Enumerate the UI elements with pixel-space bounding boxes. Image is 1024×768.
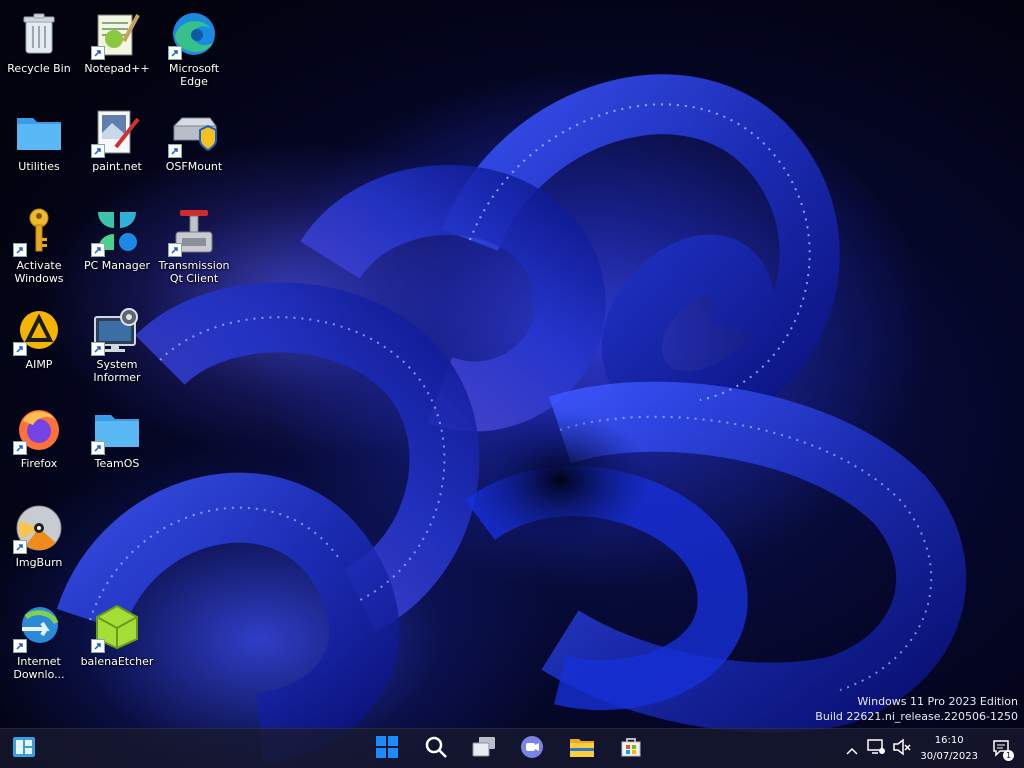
icon-label: Microsoft Edge [168,62,220,88]
desktop-icon-utilities[interactable]: Utilities [1,102,77,194]
notification-icon: 1 [992,739,1014,761]
chevron-up-icon [846,740,858,759]
watermark-edition: Windows 11 Pro 2023 Edition [857,695,1018,708]
shortcut-arrow-icon [91,46,105,60]
search-icon [424,735,448,763]
microsoft-store-button[interactable] [615,733,647,765]
shortcut-arrow-icon [13,441,27,455]
desktop-icon-transmission[interactable]: Transmission Qt Client [156,201,232,293]
balena-etcher-cube-icon [91,603,141,653]
icon-label: System Informer [93,358,141,384]
shortcut-arrow-icon [13,540,27,554]
windows-edition-watermark: Windows 11 Pro 2023 Edition Build 22621.… [815,694,1018,724]
shortcut-arrow-icon [13,243,27,257]
desktop-icon-teamos[interactable]: TeamOS [79,399,155,491]
taskbar: 16:10 30/07/2023 1 [0,728,1024,768]
volume-muted-icon [892,738,912,760]
desktop-icon-paint-net[interactable]: paint.net [79,102,155,194]
watermark-build: Build 22621.ni_release.220506-1250 [815,710,1018,723]
shortcut-arrow-icon [91,144,105,158]
icon-label: Recycle Bin [7,62,71,75]
clock[interactable]: 16:10 30/07/2023 [920,733,978,765]
clock-time: 16:10 [934,735,964,746]
recycle-bin-icon [15,10,63,58]
icon-label: paint.net [92,160,142,173]
volume-button[interactable] [892,738,912,760]
shortcut-arrow-icon [91,243,105,257]
desktop-icon-firefox[interactable]: Firefox [1,399,77,491]
task-view-button[interactable] [468,733,500,765]
file-explorer-button[interactable] [566,733,598,765]
shortcut-arrow-icon [91,639,105,653]
shortcut-arrow-icon [13,639,27,653]
icon-label: AIMP [25,358,53,371]
microsoft-store-icon [619,735,643,763]
teams-chat-icon [520,735,544,763]
network-disconnected-icon [866,738,886,760]
desktop-icon-recycle-bin[interactable]: Recycle Bin [1,4,77,96]
key-icon [13,207,63,257]
shortcut-arrow-icon [91,342,105,356]
icon-label: Activate Windows [14,259,64,285]
desktop-icon-balena-etcher[interactable]: balenaEtcher [79,597,155,689]
chat-button[interactable] [516,733,548,765]
paint-net-icon [91,108,141,158]
task-view-icon [471,736,497,762]
icon-label: Internet Downlo... [13,655,65,681]
pc-manager-icon [91,207,141,257]
clock-date: 30/07/2023 [920,751,978,762]
aimp-icon [13,306,63,356]
widgets-icon [12,736,36,762]
icon-label: TeamOS [94,457,140,470]
shortcut-arrow-icon [13,342,27,356]
osfmount-drive-icon [168,108,218,158]
icon-label: OSFMount [165,160,223,173]
desktop-icon-osfmount[interactable]: OSFMount [156,102,232,194]
desktop[interactable]: Recycle Bin Utilities Activate Windows A… [0,0,1024,768]
shortcut-arrow-icon [168,243,182,257]
system-informer-icon [91,306,141,356]
icon-label: ImgBurn [15,556,63,569]
windows-start-icon [376,736,398,762]
icon-label: balenaEtcher [80,655,154,668]
desktop-icon-aimp[interactable]: AIMP [1,300,77,392]
start-button[interactable] [371,733,403,765]
show-hidden-icons-button[interactable] [842,739,862,759]
desktop-icon-activate-windows[interactable]: Activate Windows [1,201,77,293]
internet-download-manager-icon [13,603,63,653]
widgets-button[interactable] [8,733,40,765]
desktop-icon-system-informer[interactable]: System Informer [79,300,155,392]
icon-label: Transmission Qt Client [158,259,230,285]
firefox-icon [13,405,63,455]
shortcut-arrow-icon [168,46,182,60]
desktop-icon-imgburn[interactable]: ImgBurn [1,498,77,590]
shortcut-arrow-icon [168,144,182,158]
icon-label: Utilities [18,160,60,173]
notification-center-button[interactable]: 1 [992,739,1014,761]
desktop-icon-internet-download-manager[interactable]: Internet Downlo... [1,597,77,689]
network-status-button[interactable] [866,739,886,759]
folder-icon [91,405,141,455]
icon-label: PC Manager [83,259,151,272]
icon-label: Firefox [20,457,58,470]
notepad-plus-plus-icon [91,10,141,60]
microsoft-edge-icon [168,10,218,60]
desktop-icon-microsoft-edge[interactable]: Microsoft Edge [156,4,232,96]
transmission-icon [168,207,218,257]
desktop-icon-notepad-plus-plus[interactable]: Notepad++ [79,4,155,96]
desktop-icon-pc-manager[interactable]: PC Manager [79,201,155,293]
icon-label: Notepad++ [84,62,150,75]
shortcut-arrow-icon [91,441,105,455]
imgburn-disc-icon [13,504,63,554]
notification-count-badge: 1 [1003,750,1014,761]
file-explorer-icon [569,736,595,762]
folder-icon [15,108,63,156]
search-button[interactable] [420,733,452,765]
